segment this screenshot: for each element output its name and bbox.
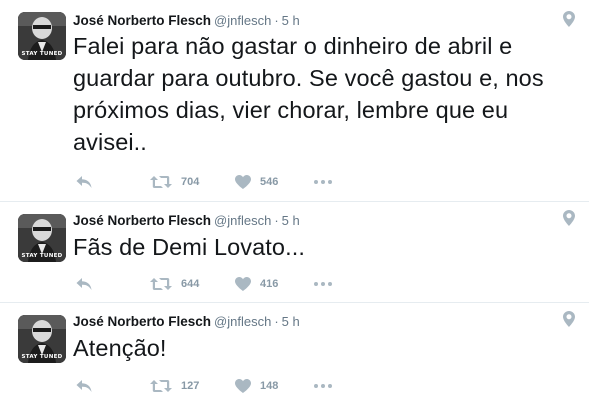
author-handle[interactable]: @jnflesch	[214, 314, 271, 329]
like-button[interactable]: 148	[235, 376, 278, 396]
avatar[interactable]: STAY TUNED	[18, 12, 66, 60]
retweet-button[interactable]: 704	[150, 172, 199, 192]
more-dots-icon	[314, 282, 332, 286]
like-button[interactable]: 546	[235, 172, 278, 192]
location-pin-icon[interactable]	[563, 210, 575, 226]
tweet-actions: 127 148	[73, 376, 373, 396]
reply-button[interactable]	[76, 274, 92, 294]
retweet-icon	[150, 176, 172, 188]
separator-dot: ·	[274, 213, 279, 228]
tweet-item[interactable]: STAY TUNED José Norberto Flesch @jnflesch…	[0, 201, 589, 302]
more-dots-icon	[314, 180, 332, 184]
tweet-text: Fãs de Demi Lovato...	[73, 234, 305, 260]
avatar-caption: STAY TUNED	[21, 253, 63, 259]
tweet-actions: 704 546	[73, 172, 373, 192]
avatar-caption: STAY TUNED	[21, 354, 63, 360]
more-dots-icon	[314, 384, 332, 388]
avatar-caption: STAY TUNED	[21, 51, 63, 57]
reply-icon	[76, 380, 92, 392]
reply-button[interactable]	[76, 376, 92, 396]
author-handle[interactable]: @jnflesch	[214, 13, 271, 28]
tweet-item[interactable]: STAY TUNED José Norberto Flesch @jnflesch…	[0, 0, 589, 201]
separator-dot: ·	[274, 314, 279, 329]
retweet-icon	[150, 278, 172, 290]
like-button[interactable]: 416	[235, 274, 278, 294]
tweet-actions: 644 416	[73, 274, 373, 294]
tweet-timestamp[interactable]: 5 h	[282, 213, 300, 228]
avatar[interactable]: STAY TUNED	[18, 315, 66, 363]
separator-dot: ·	[274, 13, 279, 28]
author-name[interactable]: José Norberto Flesch	[73, 13, 211, 28]
location-pin-icon[interactable]	[563, 311, 575, 327]
retweet-icon	[150, 380, 172, 392]
heart-icon	[235, 175, 251, 189]
retweet-button[interactable]: 127	[150, 376, 199, 396]
reply-button[interactable]	[76, 172, 92, 192]
heart-icon	[235, 379, 251, 393]
tweet-header: José Norberto Flesch @jnflesch · 5 h	[73, 13, 300, 31]
more-button[interactable]	[314, 274, 332, 294]
more-button[interactable]	[314, 376, 332, 396]
tweet-header: José Norberto Flesch @jnflesch · 5 h	[73, 314, 300, 332]
tweet-text: Atenção!	[73, 335, 167, 361]
tweet-timestamp[interactable]: 5 h	[282, 314, 300, 329]
author-name[interactable]: José Norberto Flesch	[73, 314, 211, 329]
author-handle[interactable]: @jnflesch	[214, 213, 271, 228]
like-count: 546	[260, 176, 279, 188]
tweet-timestamp[interactable]: 5 h	[282, 13, 300, 28]
retweet-count: 704	[181, 176, 200, 188]
reply-icon	[76, 176, 92, 188]
more-button[interactable]	[314, 172, 332, 192]
tweet-item[interactable]: STAY TUNED José Norberto Flesch @jnflesch…	[0, 302, 589, 402]
author-name[interactable]: José Norberto Flesch	[73, 213, 211, 228]
tweet-feed: STAY TUNED José Norberto Flesch @jnflesch…	[0, 0, 589, 402]
location-pin-icon[interactable]	[563, 11, 575, 27]
heart-icon	[235, 277, 251, 291]
like-count: 148	[260, 380, 279, 392]
reply-icon	[76, 278, 92, 290]
tweet-text: Falei para não gastar o dinheiro de abri…	[73, 33, 544, 155]
tweet-header: José Norberto Flesch @jnflesch · 5 h	[73, 213, 300, 231]
retweet-button[interactable]: 644	[150, 274, 199, 294]
avatar[interactable]: STAY TUNED	[18, 214, 66, 262]
like-count: 416	[260, 278, 279, 290]
retweet-count: 127	[181, 380, 200, 392]
retweet-count: 644	[181, 278, 200, 290]
